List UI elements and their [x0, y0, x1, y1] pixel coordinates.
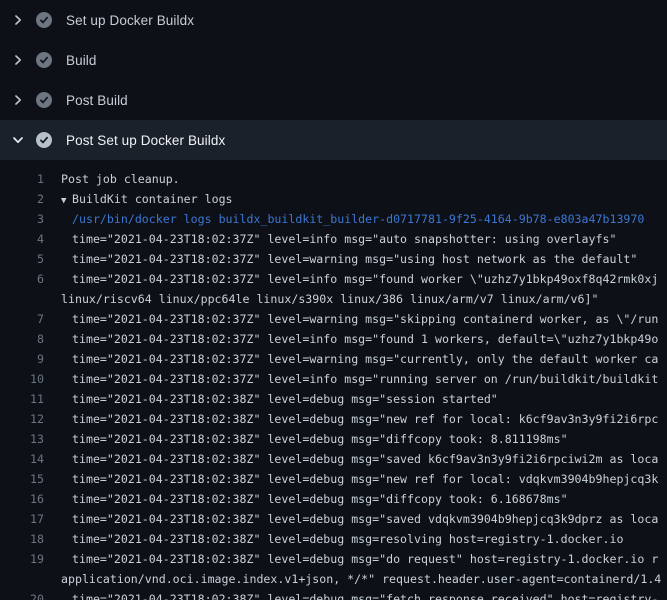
steps-list: Set up Docker Buildx Build Post Build Post … — [0, 0, 667, 160]
log-row: linux/riscv64 linux/ppc64le linux/s390x … — [0, 289, 667, 309]
log-text: time="2021-04-23T18:02:38Z" level=debug … — [72, 472, 658, 486]
log-row: 3/usr/bin/docker logs buildx_buildkit_bu… — [0, 209, 667, 229]
log-row: 13 time="2021-04-23T18:02:38Z" level=debu… — [0, 429, 667, 449]
log-row: 17 time="2021-04-23T18:02:38Z" level=debu… — [0, 509, 667, 529]
line-number[interactable]: 3 — [0, 209, 44, 229]
log-row: 1 Post job cleanup. — [0, 169, 667, 189]
log-text: time="2021-04-23T18:02:37Z" level=info m… — [72, 272, 658, 286]
log-area: 1 Post job cleanup. 2 ▼BuildKit container l… — [0, 160, 667, 600]
log-text: time="2021-04-23T18:02:38Z" level=debug … — [72, 452, 658, 466]
chevron-down-icon — [10, 132, 26, 148]
log-text: time="2021-04-23T18:02:38Z" level=debug … — [72, 432, 568, 446]
log-row: 5 time="2021-04-23T18:02:37Z" level=warni… — [0, 249, 667, 269]
line-number[interactable]: 7 — [0, 309, 44, 329]
line-number[interactable]: 11 — [0, 389, 44, 409]
check-circle-icon — [36, 132, 52, 148]
log-row: 10 time="2021-04-23T18:02:37Z" level=info… — [0, 369, 667, 389]
step-row-build[interactable]: Build — [0, 40, 667, 80]
step-label: Set up Docker Buildx — [66, 13, 194, 28]
log-text: time="2021-04-23T18:02:37Z" level=warnin… — [72, 312, 658, 326]
line-number[interactable]: 13 — [0, 429, 44, 449]
line-number[interactable]: 6 — [0, 269, 44, 289]
line-number[interactable]: 9 — [0, 349, 44, 369]
check-circle-icon — [36, 92, 52, 108]
chevron-right-icon — [10, 52, 26, 68]
line-number[interactable]: 1 — [0, 169, 44, 189]
log-text: time="2021-04-23T18:02:38Z" level=debug … — [72, 592, 658, 600]
chevron-right-icon — [10, 92, 26, 108]
step-label: Post Build — [66, 93, 128, 108]
line-number[interactable]: 10 — [0, 369, 44, 389]
log-row: 4 time="2021-04-23T18:02:37Z" level=info … — [0, 229, 667, 249]
triangle-down-icon[interactable]: ▼ — [61, 191, 72, 211]
log-text: linux/riscv64 linux/ppc64le linux/s390x … — [61, 292, 598, 306]
line-number[interactable]: 4 — [0, 229, 44, 249]
step-row-post-build[interactable]: Post Build — [0, 80, 667, 120]
log-group-title[interactable]: BuildKit container logs — [72, 192, 233, 206]
log-row: 14 time="2021-04-23T18:02:38Z" level=debu… — [0, 449, 667, 469]
log-text: time="2021-04-23T18:02:38Z" level=debug … — [72, 532, 623, 546]
step-label: Post Set up Docker Buildx — [66, 133, 225, 148]
check-circle-icon — [36, 12, 52, 28]
line-number[interactable]: 12 — [0, 409, 44, 429]
log-row: 9 time="2021-04-23T18:02:37Z" level=warni… — [0, 349, 667, 369]
log-text: time="2021-04-23T18:02:37Z" level=info m… — [72, 372, 658, 386]
log-text: time="2021-04-23T18:02:37Z" level=info m… — [72, 332, 658, 346]
log-text: time="2021-04-23T18:02:37Z" level=info m… — [72, 232, 616, 246]
log-row: 6 time="2021-04-23T18:02:37Z" level=info … — [0, 269, 667, 289]
line-number[interactable]: 15 — [0, 469, 44, 489]
log-text: application/vnd.oci.image.index.v1+json,… — [61, 572, 661, 586]
log-row: application/vnd.oci.image.index.v1+json,… — [0, 569, 667, 589]
log-row: 20 time="2021-04-23T18:02:38Z" level=debu… — [0, 589, 667, 600]
step-label: Build — [66, 53, 97, 68]
line-number[interactable]: 19 — [0, 549, 44, 569]
log-text: time="2021-04-23T18:02:38Z" level=debug … — [72, 552, 658, 566]
log-row: 18 time="2021-04-23T18:02:38Z" level=debu… — [0, 529, 667, 549]
log-text: Post job cleanup. — [61, 172, 180, 186]
log-row: 16 time="2021-04-23T18:02:38Z" level=debu… — [0, 489, 667, 509]
log-text: time="2021-04-23T18:02:38Z" level=debug … — [72, 412, 658, 426]
log-row: 8 time="2021-04-23T18:02:37Z" level=info … — [0, 329, 667, 349]
log-command-text: /usr/bin/docker logs buildx_buildkit_bui… — [72, 212, 644, 226]
line-number[interactable]: 2 — [0, 189, 44, 209]
log-text: time="2021-04-23T18:02:38Z" level=debug … — [72, 492, 568, 506]
chevron-right-icon — [10, 12, 26, 28]
log-row: 11 time="2021-04-23T18:02:38Z" level=debu… — [0, 389, 667, 409]
line-number[interactable]: 8 — [0, 329, 44, 349]
step-row-set-up-docker-buildx[interactable]: Set up Docker Buildx — [0, 0, 667, 40]
check-circle-icon — [36, 52, 52, 68]
line-number[interactable]: 17 — [0, 509, 44, 529]
line-number[interactable]: 14 — [0, 449, 44, 469]
log-row: 15 time="2021-04-23T18:02:38Z" level=debu… — [0, 469, 667, 489]
line-number[interactable]: 20 — [0, 589, 44, 600]
log-row: 19 time="2021-04-23T18:02:38Z" level=debu… — [0, 549, 667, 569]
log-row: 12 time="2021-04-23T18:02:38Z" level=debu… — [0, 409, 667, 429]
log-text: time="2021-04-23T18:02:38Z" level=debug … — [72, 392, 498, 406]
line-number[interactable]: 5 — [0, 249, 44, 269]
log-text: time="2021-04-23T18:02:38Z" level=debug … — [72, 512, 658, 526]
log-group-line: ▼BuildKit container logs — [61, 189, 233, 211]
log-text: time="2021-04-23T18:02:37Z" level=warnin… — [72, 252, 637, 266]
log-text: time="2021-04-23T18:02:37Z" level=warnin… — [72, 352, 658, 366]
step-row-post-set-up-docker-buildx[interactable]: Post Set up Docker Buildx — [0, 120, 667, 160]
line-number[interactable]: 18 — [0, 529, 44, 549]
line-number[interactable]: 16 — [0, 489, 44, 509]
log-row: 2 ▼BuildKit container logs — [0, 189, 667, 209]
log-row: 7 time="2021-04-23T18:02:37Z" level=warni… — [0, 309, 667, 329]
